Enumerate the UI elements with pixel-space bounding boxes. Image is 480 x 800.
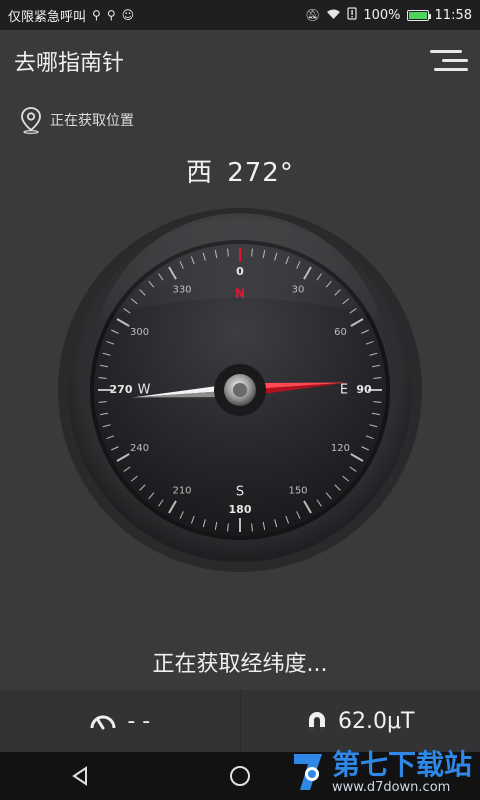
compass-tick [373,401,382,403]
compass-tick [251,523,253,532]
compass-tick-label: 30 [292,285,305,296]
compass-tick [227,523,229,532]
clock: 11:58 [434,7,472,23]
compass-south-letter: S [236,485,244,500]
compass-east-degree: 90 [356,383,372,396]
battery-percentage: 100% [363,7,401,23]
compass-tick-label: 300 [130,327,149,338]
watermark-url: www.d7down.com [331,779,451,795]
compass-tick-label: 120 [331,443,350,454]
app-notification-icon: ☺ [121,8,135,22]
magnet-icon [309,712,326,731]
readout-panel: - - 62.0μT [0,690,480,752]
heading-degrees: 272° [227,158,294,188]
app-title: 去哪指南针 [14,51,125,76]
compass-east-letter: E [340,383,348,398]
magnetic-readout[interactable]: 62.0μT [241,690,480,752]
heading-direction: 西 [186,158,214,188]
location-status[interactable]: 正在获取位置 [20,106,134,134]
battery-icon [406,9,431,21]
compass-tick-label: 240 [130,443,149,454]
speedometer-icon [90,715,116,730]
speed-readout[interactable]: - - [0,690,240,752]
compass-tick-label: 330 [172,285,191,296]
compass-tick [251,248,253,257]
usb-debug-icon: ⚲ [106,8,116,22]
menu-button[interactable] [426,44,468,78]
compass-tick [98,401,107,403]
back-button[interactable] [60,756,100,796]
compass-tick [227,248,229,257]
watermark: 第七下载站 www.d7down.com [290,750,472,794]
carrier-status-text: 仅限紧急呼叫 [8,9,87,25]
home-button[interactable] [220,756,260,796]
compass-dial: 30 60 120 150 210 240 300 330 0 N S 180 E 90 W 270 [58,208,422,572]
app-bar: 去哪指南针 [0,30,480,92]
heading-readout: 西 272° [0,152,480,189]
compass-south-degree: 180 [229,503,252,516]
location-pin-icon [21,107,41,134]
home-icon [230,766,250,786]
speed-value: - - [127,708,151,734]
watermark-title: 第七下载站 [331,747,472,781]
location-status-text: 正在获取位置 [50,113,134,129]
sim-alert-icon [347,7,357,23]
menu-icon [430,50,468,71]
compass-west-degree: 270 [110,383,133,396]
back-icon [72,766,87,786]
compass-tick-label: 60 [334,327,347,338]
watermark-logo-icon [293,754,322,790]
coordinates-status: 正在获取经纬度... [152,652,328,677]
compass-tick [98,377,107,379]
compass-north-letter: N [235,287,245,301]
usb-icon: ⚲ [92,8,101,22]
compass-hub-center [233,383,247,397]
compass-tick [373,377,382,379]
compass-tick-label: 210 [172,485,191,496]
compass-tick-label: 150 [288,485,307,496]
magnetic-value: 62.0μT [338,708,415,734]
wifi-icon [326,8,341,23]
mute-icon: 🔕︎ [305,8,321,22]
compass-west-letter: W [138,383,151,398]
status-bar: 仅限紧急呼叫 ⚲ ⚲ ☺ 🔕︎ 100% 11:58 [0,0,480,30]
compass-zero-label: 0 [236,265,244,278]
